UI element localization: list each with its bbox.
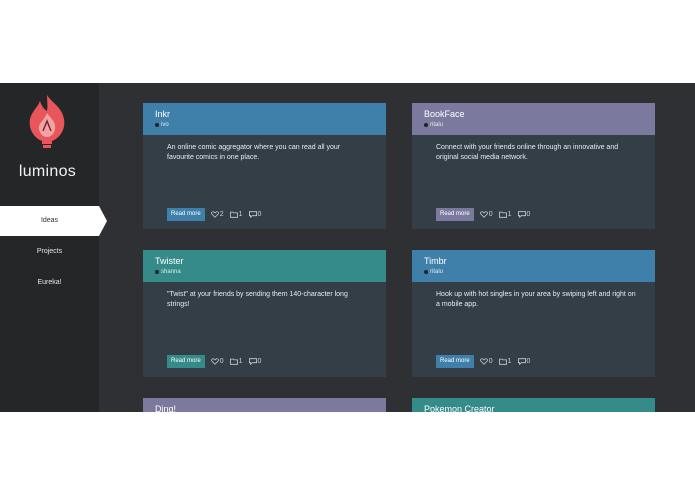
read-more-button[interactable]: Read more [436, 355, 474, 368]
folder-icon [229, 358, 238, 365]
projects-stat[interactable]: 1 [498, 358, 512, 365]
ideas-grid: Inkr ivo An online comic aggregator wher… [99, 83, 695, 412]
projects-stat[interactable]: 1 [229, 358, 243, 365]
projects-stat[interactable]: 1 [229, 211, 243, 218]
card-title[interactable]: BookFace [424, 109, 465, 119]
nav-item-label: Ideas [40, 217, 59, 224]
projects-count: 1 [238, 358, 243, 365]
projects-count: 1 [507, 358, 512, 365]
card-author[interactable]: ritalu [424, 122, 443, 128]
idea-card: BookFace ritalu Connect with your friend… [412, 103, 655, 229]
comments-stat[interactable]: 0 [517, 211, 531, 218]
nav-item-label: Eureka! [37, 279, 62, 286]
comments-count: 0 [526, 358, 531, 365]
author-name: shanna [161, 269, 181, 275]
idea-card: Inkr ivo An online comic aggregator wher… [143, 103, 386, 229]
read-more-button[interactable]: Read more [167, 355, 205, 368]
card-footer: Read more 0 1 0 [436, 355, 530, 368]
card-header: Twister shanna [143, 250, 386, 282]
comment-icon [248, 211, 257, 218]
user-icon [155, 123, 159, 127]
likes-count: 0 [488, 211, 493, 218]
flame-bulb-logo-icon [29, 95, 65, 148]
idea-card: Timbr ritalu Hook up with hot singles in… [412, 250, 655, 377]
card-footer: Read more 0 1 0 [167, 355, 261, 368]
brand-name: luminos [18, 163, 77, 180]
folder-icon [229, 211, 238, 218]
nav-item-eureka[interactable]: Eureka! [0, 268, 99, 298]
card-header: Timbr ritalu [412, 250, 655, 282]
card-description: Connect with your friends online through… [436, 144, 619, 161]
likes-stat[interactable]: 0 [479, 211, 493, 218]
comments-count: 0 [257, 211, 262, 218]
card-title[interactable]: Inkr [155, 109, 170, 119]
folder-icon [498, 358, 507, 365]
card-author[interactable]: ritalu [424, 269, 443, 275]
comments-count: 0 [526, 211, 531, 218]
card-author[interactable]: shanna [155, 269, 181, 275]
author-name: ritalu [430, 122, 444, 128]
heart-icon [210, 358, 219, 365]
card-header: Ding! [143, 398, 386, 412]
heart-icon [479, 358, 488, 365]
comment-icon [248, 358, 257, 365]
comments-stat[interactable]: 0 [248, 358, 262, 365]
likes-stat[interactable]: 2 [210, 211, 224, 218]
card-header: Inkr ivo [143, 103, 386, 135]
heart-icon [479, 211, 488, 218]
card-description: An online comic aggregator where you can… [167, 144, 341, 161]
card-title[interactable]: Ding! [155, 404, 176, 412]
nav-item-ideas[interactable]: Ideas [0, 206, 107, 236]
projects-count: 1 [238, 211, 243, 218]
projects-count: 1 [507, 211, 512, 218]
author-name: ivo [161, 122, 169, 128]
card-description: Hook up with hot singles in your area by… [436, 291, 636, 308]
app-window: luminos Ideas Projects Eureka! Inkr ivo … [0, 83, 695, 412]
card-author[interactable]: ivo [155, 122, 169, 128]
card-footer: Read more 2 1 0 [167, 208, 261, 221]
card-title[interactable]: Timbr [424, 256, 447, 266]
comment-icon [517, 211, 526, 218]
card-footer: Read more 0 1 0 [436, 208, 530, 221]
likes-stat[interactable]: 0 [210, 358, 224, 365]
projects-stat[interactable]: 1 [498, 211, 512, 218]
likes-count: 0 [488, 358, 493, 365]
card-header: Pokemon Creator [412, 398, 655, 412]
comment-icon [517, 358, 526, 365]
idea-card: Twister shanna "Twist" at your friends b… [143, 250, 386, 377]
comments-stat[interactable]: 0 [517, 358, 531, 365]
user-icon [424, 270, 428, 274]
card-title[interactable]: Pokemon Creator [424, 404, 495, 412]
comments-count: 0 [257, 358, 262, 365]
author-name: ritalu [430, 269, 444, 275]
user-icon [424, 123, 428, 127]
heart-icon [210, 211, 219, 218]
folder-icon [498, 211, 507, 218]
read-more-button[interactable]: Read more [167, 208, 205, 221]
sidebar: luminos Ideas Projects Eureka! [0, 83, 107, 412]
nav-item-projects[interactable]: Projects [0, 237, 99, 267]
idea-card: Pokemon Creator [412, 398, 655, 412]
comments-stat[interactable]: 0 [248, 211, 262, 218]
likes-stat[interactable]: 0 [479, 358, 493, 365]
card-title[interactable]: Twister [155, 256, 184, 266]
user-icon [155, 270, 159, 274]
likes-count: 0 [219, 358, 224, 365]
read-more-button[interactable]: Read more [436, 208, 474, 221]
card-description: "Twist" at your friends by sending them … [167, 291, 348, 308]
nav-item-label: Projects [36, 248, 63, 255]
card-header: BookFace ritalu [412, 103, 655, 135]
idea-card: Ding! [143, 398, 386, 412]
likes-count: 2 [219, 211, 224, 218]
